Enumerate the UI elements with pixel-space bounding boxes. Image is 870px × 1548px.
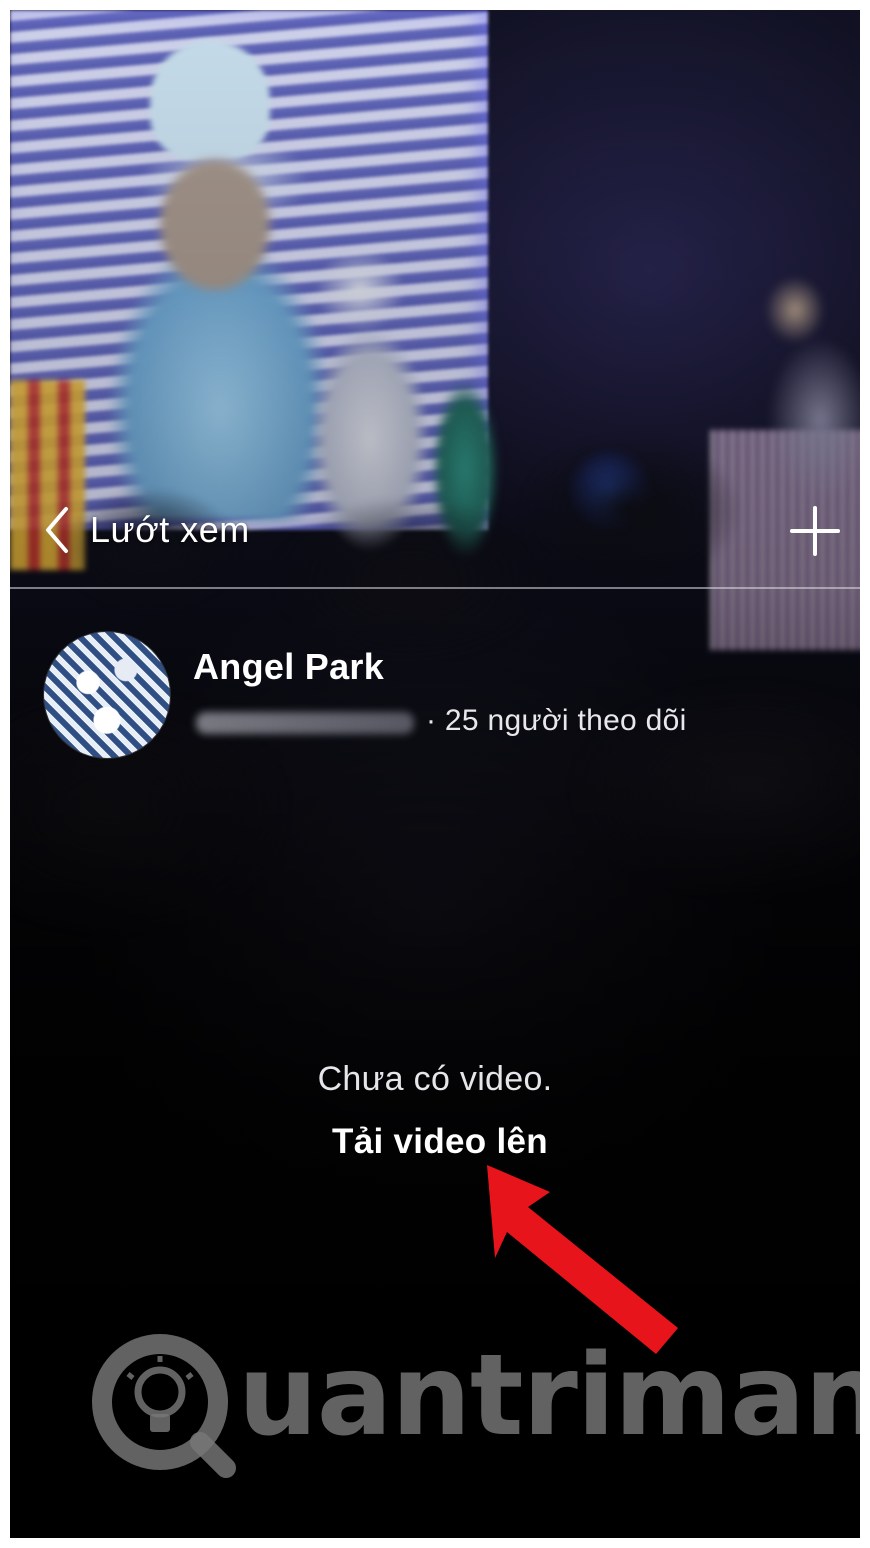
avatar[interactable] <box>44 632 170 758</box>
dim-overlay <box>10 10 860 1538</box>
chevron-left-icon <box>46 507 68 553</box>
back-button[interactable]: Lướt xem <box>42 502 250 558</box>
watermark-text: uantrimang <box>238 1331 860 1461</box>
blurred-username <box>196 712 414 734</box>
app-screen: Lướt xem Angel Park · 25 người theo dõi … <box>10 10 860 1538</box>
nav-bar: Lướt xem <box>10 490 860 590</box>
nav-divider <box>10 587 860 589</box>
add-button[interactable] <box>788 504 842 558</box>
profile-name[interactable]: Angel Park <box>193 646 384 688</box>
follower-count: · 25 người theo dõi <box>426 704 687 737</box>
background-photo <box>10 10 860 1538</box>
watermark: uantrimang <box>88 1330 860 1480</box>
empty-state-message: Chưa có video. <box>317 1060 553 1098</box>
upload-video-link[interactable]: Tải video lên <box>320 1122 560 1162</box>
lightbulb-logo-icon <box>92 1334 236 1478</box>
back-label: Lướt xem <box>90 509 250 550</box>
plus-icon <box>790 506 840 556</box>
